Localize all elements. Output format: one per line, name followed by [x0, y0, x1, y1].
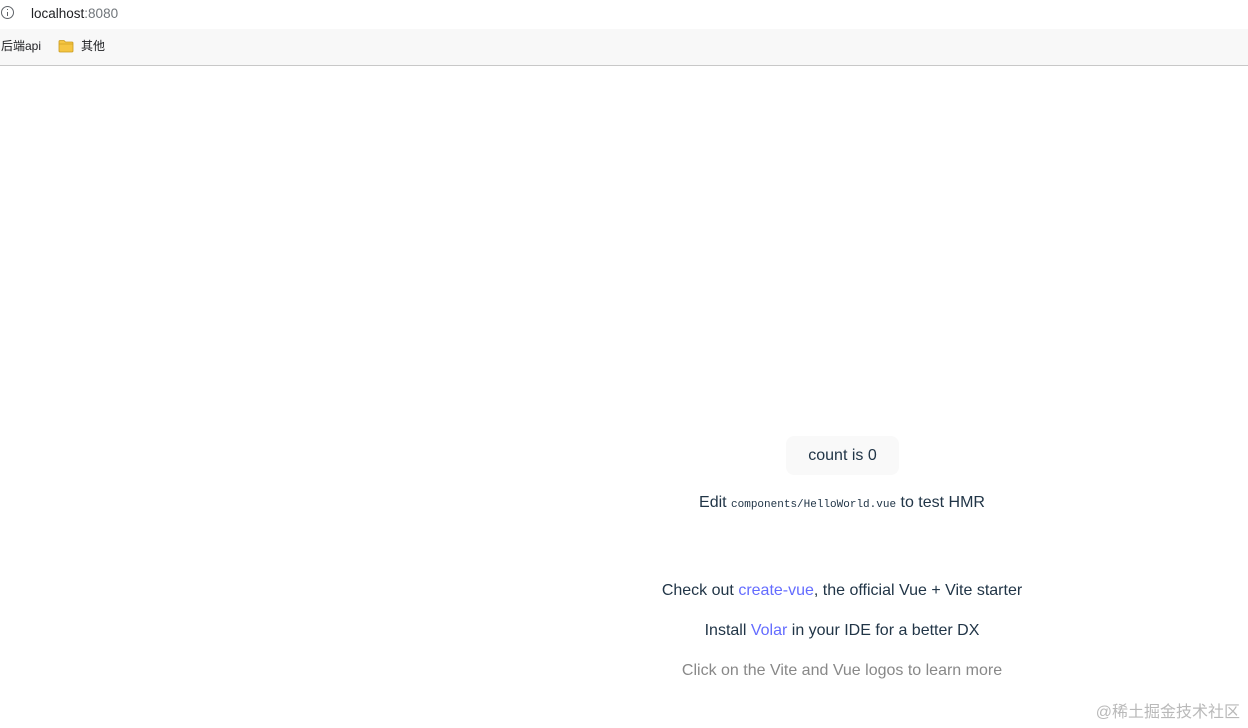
volar-suffix: in your IDE for a better DX: [787, 622, 980, 639]
address-bar[interactable]: localhost:8080: [0, 0, 1248, 29]
url-port: :8080: [84, 6, 119, 21]
bookmark-backend-api[interactable]: 后端api: [1, 39, 41, 54]
edit-prefix: Edit: [699, 494, 732, 511]
app-page: count is 0 Edit components/HelloWorld.vu…: [0, 66, 1248, 728]
component-path: components/HelloWorld.vue: [731, 499, 897, 511]
site-info-icon[interactable]: [1, 6, 14, 19]
starter-line: Check out create-vue, the official Vue +…: [442, 582, 1242, 600]
bookmark-folder-other[interactable]: 其他: [58, 39, 105, 54]
folder-icon: [58, 40, 74, 53]
url-host: localhost: [31, 6, 85, 21]
starter-prefix: Check out: [661, 582, 739, 599]
browser-chrome: localhost:8080 后端api 其他: [0, 0, 1248, 66]
edit-suffix: to test HMR: [896, 494, 985, 511]
bookmarks-bar: 后端api 其他: [0, 29, 1248, 66]
url-text[interactable]: localhost:8080: [31, 6, 118, 22]
count-button[interactable]: count is 0: [786, 436, 899, 475]
create-vue-link[interactable]: create-vue: [738, 582, 814, 599]
hmr-hint: Edit components/HelloWorld.vue to test H…: [442, 494, 1242, 512]
logo-hint: Click on the Vite and Vue logos to learn…: [681, 662, 1003, 679]
watermark: @稀土掘金技术社区: [1095, 704, 1240, 721]
bookmark-folder-label: 其他: [81, 39, 106, 53]
volar-line: Install Volar in your IDE for a better D…: [442, 622, 1242, 640]
volar-link[interactable]: Volar: [751, 622, 787, 639]
starter-suffix: , the official Vue + Vite starter: [813, 582, 1023, 599]
volar-prefix: Install: [704, 622, 751, 639]
